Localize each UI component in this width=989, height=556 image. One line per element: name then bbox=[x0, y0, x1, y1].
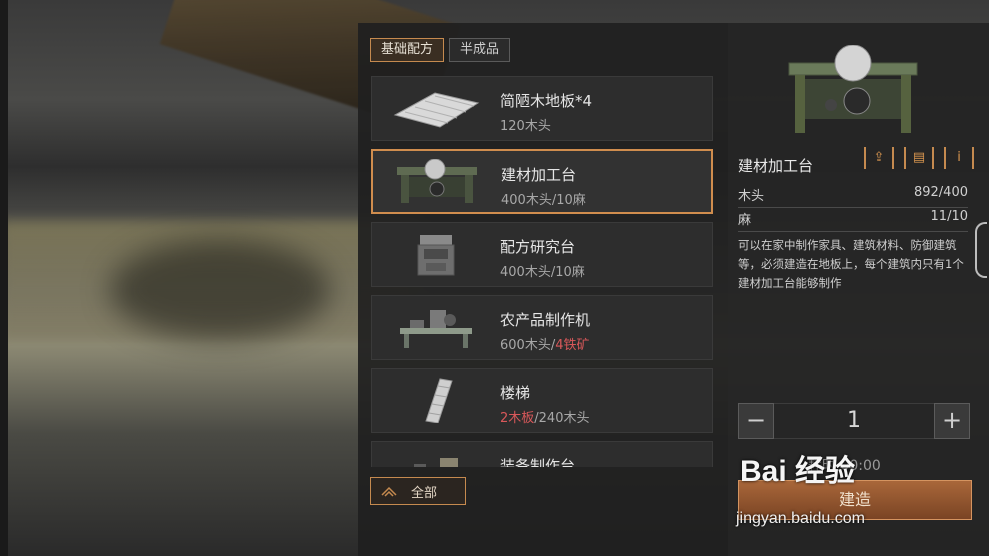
tab-semi-finished[interactable]: 半成品 bbox=[449, 38, 511, 62]
cost-part-insufficient: 4铁矿 bbox=[555, 338, 590, 353]
detail-description: 可以在家中制作家具、建筑材料、防御建筑等，必须建造在地板上，每个建筑内只有1个建… bbox=[738, 238, 964, 290]
detail-title: 建材加工台 bbox=[738, 157, 814, 175]
side-drawer-handle[interactable] bbox=[975, 222, 987, 278]
cost-part: 400木头/10麻 bbox=[501, 193, 586, 208]
recipe-list[interactable]: 简陋木地板*4 120木头 建材加工台 400木头/10麻 配方研究台 400木… bbox=[371, 76, 713, 467]
watermark-url: jingyan.baidu.com bbox=[736, 510, 865, 527]
quantity-value[interactable]: 1 bbox=[774, 403, 934, 439]
recipe-name: 建材加工台 bbox=[501, 166, 577, 184]
blurred-shadow bbox=[110, 240, 330, 340]
recipe-name: 配方研究台 bbox=[500, 238, 576, 256]
recipe-cost: 600木头/4铁矿 bbox=[500, 334, 589, 353]
cost-part: 120木头 bbox=[500, 119, 551, 134]
baidu-watermark-logo: Bai 经验 bbox=[740, 455, 856, 488]
cost-part: 400木头/10麻 bbox=[500, 265, 585, 280]
tab-basic-recipes[interactable]: 基础配方 bbox=[370, 38, 445, 62]
research-desk-icon bbox=[417, 235, 455, 276]
left-edge bbox=[0, 0, 8, 556]
recipe-item[interactable]: 配方研究台 400木头/10麻 bbox=[371, 222, 713, 287]
info-icon[interactable]: i bbox=[944, 147, 974, 169]
filter-all-label: 全部 bbox=[411, 485, 438, 501]
cost-part-insufficient: 2木板 bbox=[500, 411, 535, 426]
detail-actions: ⇪ ▤ i bbox=[864, 147, 974, 169]
saw-bench-icon bbox=[397, 159, 477, 203]
requirement-name: 麻 bbox=[738, 213, 752, 228]
recipe-item[interactable]: 农产品制作机 600木头/4铁矿 bbox=[371, 295, 713, 360]
layers-icon bbox=[381, 486, 397, 497]
blueprint-icon[interactable]: ▤ bbox=[904, 147, 934, 169]
wood-floor-icon bbox=[393, 92, 480, 128]
requirement-amount: 892/400 bbox=[913, 185, 968, 200]
quantity-stepper: − 1 + bbox=[738, 403, 970, 439]
equipment-bench-icon bbox=[414, 458, 458, 467]
filter-all-button[interactable]: 全部 bbox=[370, 477, 466, 505]
decrease-button[interactable]: − bbox=[738, 403, 774, 439]
cost-part: 600木头/ bbox=[500, 338, 556, 353]
recipe-item[interactable]: 楼梯 2木板/240木头 bbox=[371, 368, 713, 433]
recipe-name: 楼梯 bbox=[500, 384, 531, 402]
cost-part: /240木头 bbox=[534, 411, 590, 426]
recipe-cost: 400木头/10麻 bbox=[501, 189, 586, 208]
increase-button[interactable]: + bbox=[934, 403, 970, 439]
requirement-amount: 11/10 bbox=[930, 209, 968, 224]
recipe-item[interactable]: 简陋木地板*4 120木头 bbox=[371, 76, 713, 141]
recipe-name: 简陋木地板*4 bbox=[500, 92, 593, 110]
requirement-row: 麻 11/10 bbox=[738, 209, 968, 232]
recipe-name: 装备制作台 bbox=[500, 457, 576, 467]
recipe-cost: 120木头 bbox=[500, 115, 551, 134]
requirement-name: 木头 bbox=[738, 189, 765, 204]
recipe-item[interactable]: 装备制作台 bbox=[371, 441, 713, 467]
farm-machine-icon bbox=[400, 310, 472, 348]
recipe-tabs: 基础配方 半成品 bbox=[370, 38, 511, 62]
crafting-panel: 基础配方 半成品 简陋木地板*4 120木头 建材加工台 400木头/10麻 配… bbox=[358, 23, 989, 556]
requirement-row: 木头 892/400 bbox=[738, 185, 968, 208]
saw-bench-preview-image bbox=[788, 45, 918, 133]
stairs-icon bbox=[425, 378, 453, 423]
recipe-item-selected[interactable]: 建材加工台 400木头/10麻 bbox=[371, 149, 713, 214]
recipe-cost: 400木头/10麻 bbox=[500, 261, 585, 280]
recipe-cost: 2木板/240木头 bbox=[500, 407, 589, 426]
recipe-name: 农产品制作机 bbox=[500, 311, 591, 329]
share-icon[interactable]: ⇪ bbox=[864, 147, 894, 169]
